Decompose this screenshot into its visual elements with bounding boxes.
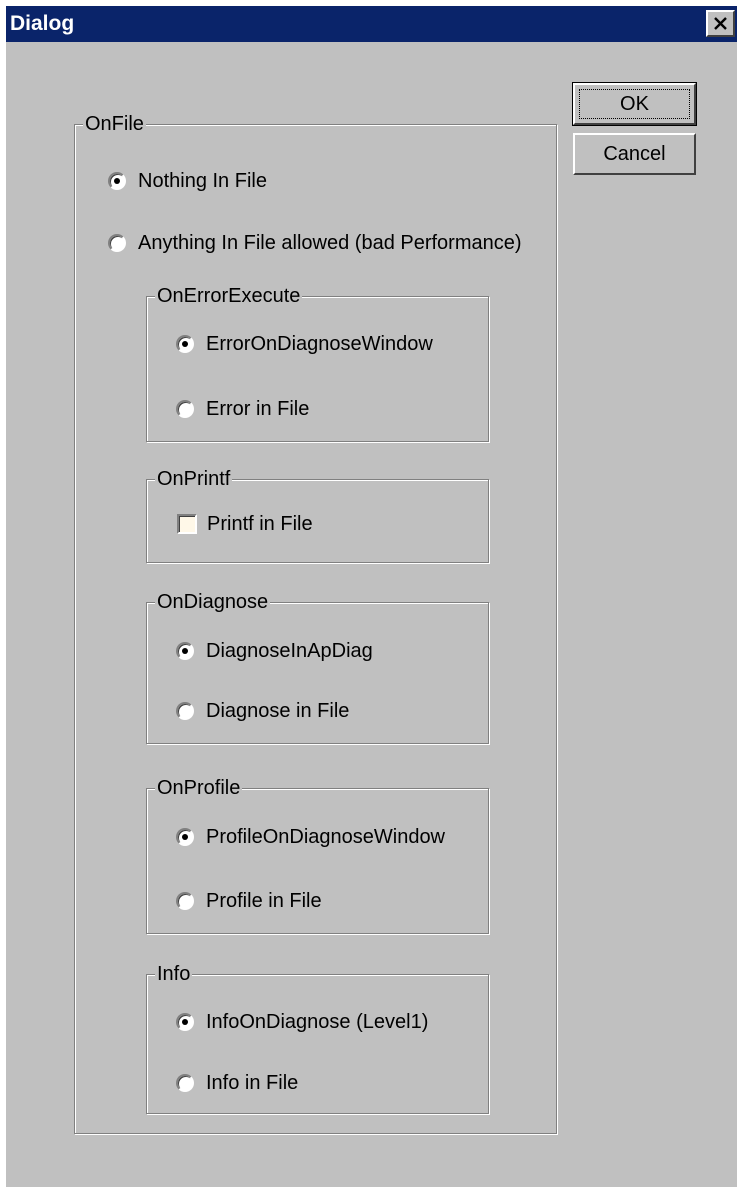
group-onprofile-legend: OnProfile <box>155 776 243 800</box>
radio-info-in-file[interactable]: Info in File <box>176 1070 298 1096</box>
radio-label: Error in File <box>206 397 310 420</box>
close-icon <box>714 17 727 30</box>
radio-label: Profile in File <box>206 889 322 912</box>
radio-label: Info in File <box>206 1071 299 1094</box>
radio-control[interactable] <box>176 1074 194 1092</box>
dialog-window: Dialog OK Cancel OnFile Nothing In File … <box>4 4 737 1187</box>
close-button[interactable] <box>706 10 735 37</box>
group-onerrorexecute-legend: OnErrorExecute <box>155 284 303 308</box>
group-ondiagnose-legend: OnDiagnose <box>155 590 271 614</box>
radio-diagnose-in-apdiag[interactable]: DiagnoseInApDiag <box>176 638 373 664</box>
checkbox-label: Printf in File <box>207 512 313 535</box>
radio-error-on-diagnose-window[interactable]: ErrorOnDiagnoseWindow <box>176 331 433 357</box>
radio-label: InfoOnDiagnose (Level1) <box>206 1010 429 1033</box>
ok-button[interactable]: OK <box>572 82 697 126</box>
radio-control[interactable] <box>176 892 194 910</box>
group-onprintf-legend: OnPrintf <box>155 467 233 491</box>
radio-profile-on-diagnose-window[interactable]: ProfileOnDiagnoseWindow <box>176 824 445 850</box>
radio-nothing-in-file[interactable]: Nothing In File <box>108 168 267 194</box>
radio-error-in-file[interactable]: Error in File <box>176 396 309 422</box>
radio-control[interactable] <box>176 1013 194 1031</box>
radio-label: DiagnoseInApDiag <box>206 639 373 662</box>
radio-diagnose-in-file[interactable]: Diagnose in File <box>176 698 349 724</box>
radio-label: Nothing In File <box>138 169 267 192</box>
title-bar: Dialog <box>6 6 737 42</box>
radio-label: Diagnose in File <box>206 699 350 722</box>
cancel-button-label: Cancel <box>603 142 666 165</box>
checkbox-printf-in-file[interactable]: Printf in File <box>177 511 313 537</box>
window-title: Dialog <box>10 12 75 35</box>
radio-control[interactable] <box>108 234 126 252</box>
radio-anything-in-file[interactable]: Anything In File allowed (bad Performanc… <box>108 230 522 256</box>
radio-control[interactable] <box>176 702 194 720</box>
radio-control[interactable] <box>176 642 194 660</box>
radio-control[interactable] <box>176 400 194 418</box>
radio-label: ErrorOnDiagnoseWindow <box>206 332 433 355</box>
group-onfile-legend: OnFile <box>83 112 146 136</box>
radio-label: ProfileOnDiagnoseWindow <box>206 825 446 848</box>
cancel-button[interactable]: Cancel <box>573 133 696 175</box>
checkbox-control[interactable] <box>177 514 197 534</box>
radio-label: Anything In File allowed (bad Performanc… <box>138 231 522 254</box>
ok-button-label: OK <box>620 92 649 115</box>
radio-control[interactable] <box>108 172 126 190</box>
radio-control[interactable] <box>176 335 194 353</box>
group-info-legend: Info <box>155 962 193 986</box>
radio-info-on-diagnose[interactable]: InfoOnDiagnose (Level1) <box>176 1009 428 1035</box>
radio-profile-in-file[interactable]: Profile in File <box>176 888 322 914</box>
radio-control[interactable] <box>176 828 194 846</box>
